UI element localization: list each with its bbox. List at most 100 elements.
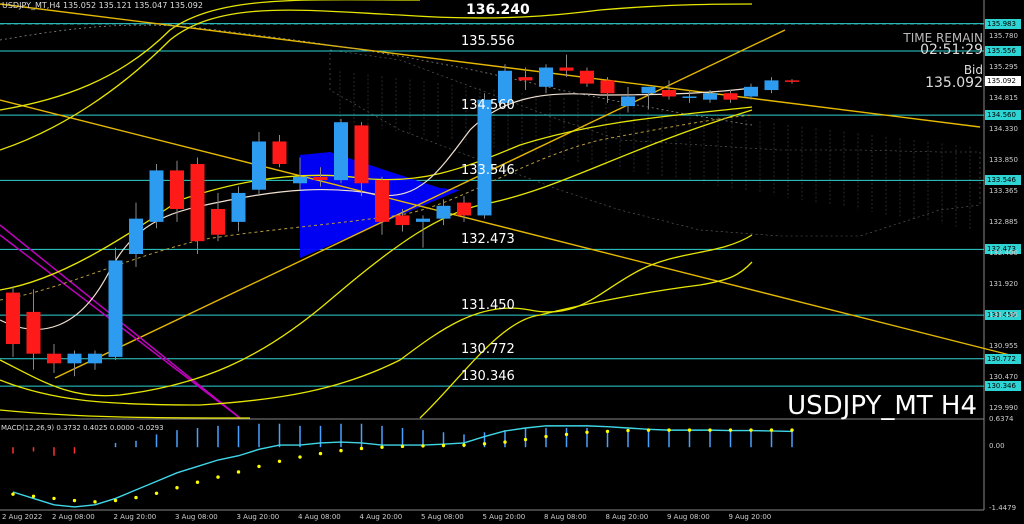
macd-signal-dot bbox=[564, 432, 569, 437]
candle-body bbox=[600, 80, 615, 94]
price-axis-tick: 130.470 bbox=[989, 373, 1018, 382]
price-axis-tick: 131.435 bbox=[989, 311, 1018, 320]
candle-body bbox=[6, 292, 20, 345]
price-axis-tick: 134.815 bbox=[989, 93, 1018, 102]
macd-signal-dot bbox=[421, 444, 425, 448]
candle-body bbox=[580, 70, 594, 84]
macd-signal-dot bbox=[318, 451, 323, 456]
price-axis-tick: 129.990 bbox=[989, 403, 1018, 412]
macd-signal-dot bbox=[585, 430, 589, 434]
macd-signal-dot bbox=[257, 464, 261, 469]
macd-axis-tick: 0.6374 bbox=[989, 415, 1014, 423]
price-axis-tick: 135.295 bbox=[989, 62, 1018, 71]
macd-signal-dot bbox=[482, 442, 487, 446]
candle-body bbox=[518, 77, 533, 81]
macd-signal-dot bbox=[728, 428, 733, 432]
macd-signal-dot bbox=[441, 443, 446, 448]
candle-body bbox=[621, 96, 635, 107]
candle-body bbox=[26, 311, 41, 354]
candle-body bbox=[231, 192, 246, 222]
macd-signal-dot bbox=[72, 498, 77, 503]
time-axis-tick: 2 Aug 20:00 bbox=[113, 513, 157, 521]
macd-signal-dot bbox=[236, 470, 241, 474]
price-axis-tick: 133.850 bbox=[989, 155, 1018, 164]
candle-body bbox=[354, 125, 369, 184]
time-axis-tick: 2 Aug 2022 bbox=[2, 513, 43, 521]
candle-body bbox=[416, 218, 430, 222]
candle-body bbox=[67, 353, 82, 364]
macd-axis-tick: -1.4479 bbox=[989, 504, 1017, 512]
candle-body bbox=[334, 122, 348, 181]
time-axis-tick: 3 Aug 20:00 bbox=[236, 513, 280, 521]
price-chart[interactable] bbox=[0, 0, 1024, 524]
macd-indicator-label: MACD(12,26,9) 0.3732 0.4025 0.0000 -0.02… bbox=[1, 424, 164, 432]
macd-signal-dot bbox=[175, 486, 179, 490]
candle-body bbox=[457, 202, 471, 216]
level-price-tag: 135.983 bbox=[985, 18, 1021, 29]
candle-body bbox=[662, 90, 676, 97]
macd-signal-dot bbox=[749, 428, 753, 432]
candle-body bbox=[108, 260, 123, 357]
candle-body bbox=[129, 218, 143, 255]
macd-signal-dot bbox=[154, 491, 159, 495]
top-price-label: 136.240 bbox=[466, 2, 530, 18]
band-line bbox=[0, 0, 420, 111]
time-axis-tick: 5 Aug 08:00 bbox=[421, 513, 464, 521]
macd-signal-dot bbox=[113, 498, 118, 503]
candle-body bbox=[149, 170, 164, 222]
level-label: 134.560 bbox=[461, 98, 515, 114]
time-remain-value: 02:51:29 bbox=[920, 42, 983, 58]
trendline bbox=[0, 99, 1011, 356]
candle-body bbox=[539, 67, 553, 87]
level-label: 135.556 bbox=[461, 34, 515, 50]
level-price-tag: 130.772 bbox=[985, 353, 1021, 364]
candle-body bbox=[313, 176, 328, 181]
macd-signal-dot bbox=[462, 443, 466, 447]
macd-signal-dot bbox=[195, 480, 200, 484]
candle-body bbox=[436, 205, 451, 219]
symbol-ohlc-text: USDJPY_MT,H4 135.052 135.121 135.047 135… bbox=[2, 1, 203, 10]
macd-signal-dot bbox=[52, 496, 56, 501]
macd-signal-dot bbox=[298, 455, 302, 459]
time-axis-tick: 9 Aug 20:00 bbox=[728, 513, 772, 521]
candle-body bbox=[764, 80, 779, 91]
price-axis-tick: 130.955 bbox=[989, 341, 1018, 350]
time-axis-tick: 8 Aug 08:00 bbox=[544, 513, 587, 521]
time-axis-tick: 8 Aug 20:00 bbox=[605, 513, 649, 521]
level-label: 130.772 bbox=[461, 341, 515, 357]
candle-body bbox=[170, 170, 184, 209]
time-axis-tick: 4 Aug 08:00 bbox=[298, 513, 341, 521]
macd-signal-dot bbox=[769, 428, 774, 432]
macd-signal-dot bbox=[667, 428, 671, 432]
time-axis-tick: 4 Aug 20:00 bbox=[359, 513, 403, 521]
candle-body bbox=[47, 353, 61, 364]
level-price-tag: 135.556 bbox=[985, 46, 1021, 57]
macd-signal-dot bbox=[708, 428, 712, 432]
macd-signal-dot bbox=[790, 428, 794, 432]
candle-body bbox=[559, 67, 574, 71]
candle-body bbox=[477, 99, 492, 216]
chart-watermark: USDJPY_MT H4 bbox=[787, 391, 977, 421]
macd-signal-dot bbox=[216, 475, 220, 479]
candle-body bbox=[252, 141, 266, 190]
candle-body bbox=[375, 180, 389, 222]
level-price-tag: 133.546 bbox=[985, 175, 1021, 186]
time-axis-tick: 3 Aug 08:00 bbox=[175, 513, 218, 521]
trendline bbox=[54, 29, 786, 379]
time-axis-tick: 2 Aug 08:00 bbox=[52, 513, 95, 521]
macd-signal-dot bbox=[646, 428, 651, 432]
price-axis-tick: 132.400 bbox=[989, 249, 1018, 257]
current-price-tag: 135.092 bbox=[985, 75, 1021, 86]
price-axis-tick: 133.365 bbox=[989, 186, 1018, 195]
candle-body bbox=[293, 176, 307, 184]
candle-body bbox=[395, 215, 410, 226]
candle-body bbox=[641, 86, 656, 94]
price-axis-tick: 135.780 bbox=[989, 31, 1018, 40]
macd-signal-dot bbox=[11, 492, 15, 496]
candle-body bbox=[744, 86, 758, 97]
candle-body bbox=[785, 80, 799, 82]
macd-signal-dot bbox=[503, 440, 507, 444]
macd-signal-dot bbox=[380, 445, 384, 449]
level-price-tag: 130.346 bbox=[985, 381, 1021, 392]
level-price-tag: 134.560 bbox=[985, 110, 1021, 121]
